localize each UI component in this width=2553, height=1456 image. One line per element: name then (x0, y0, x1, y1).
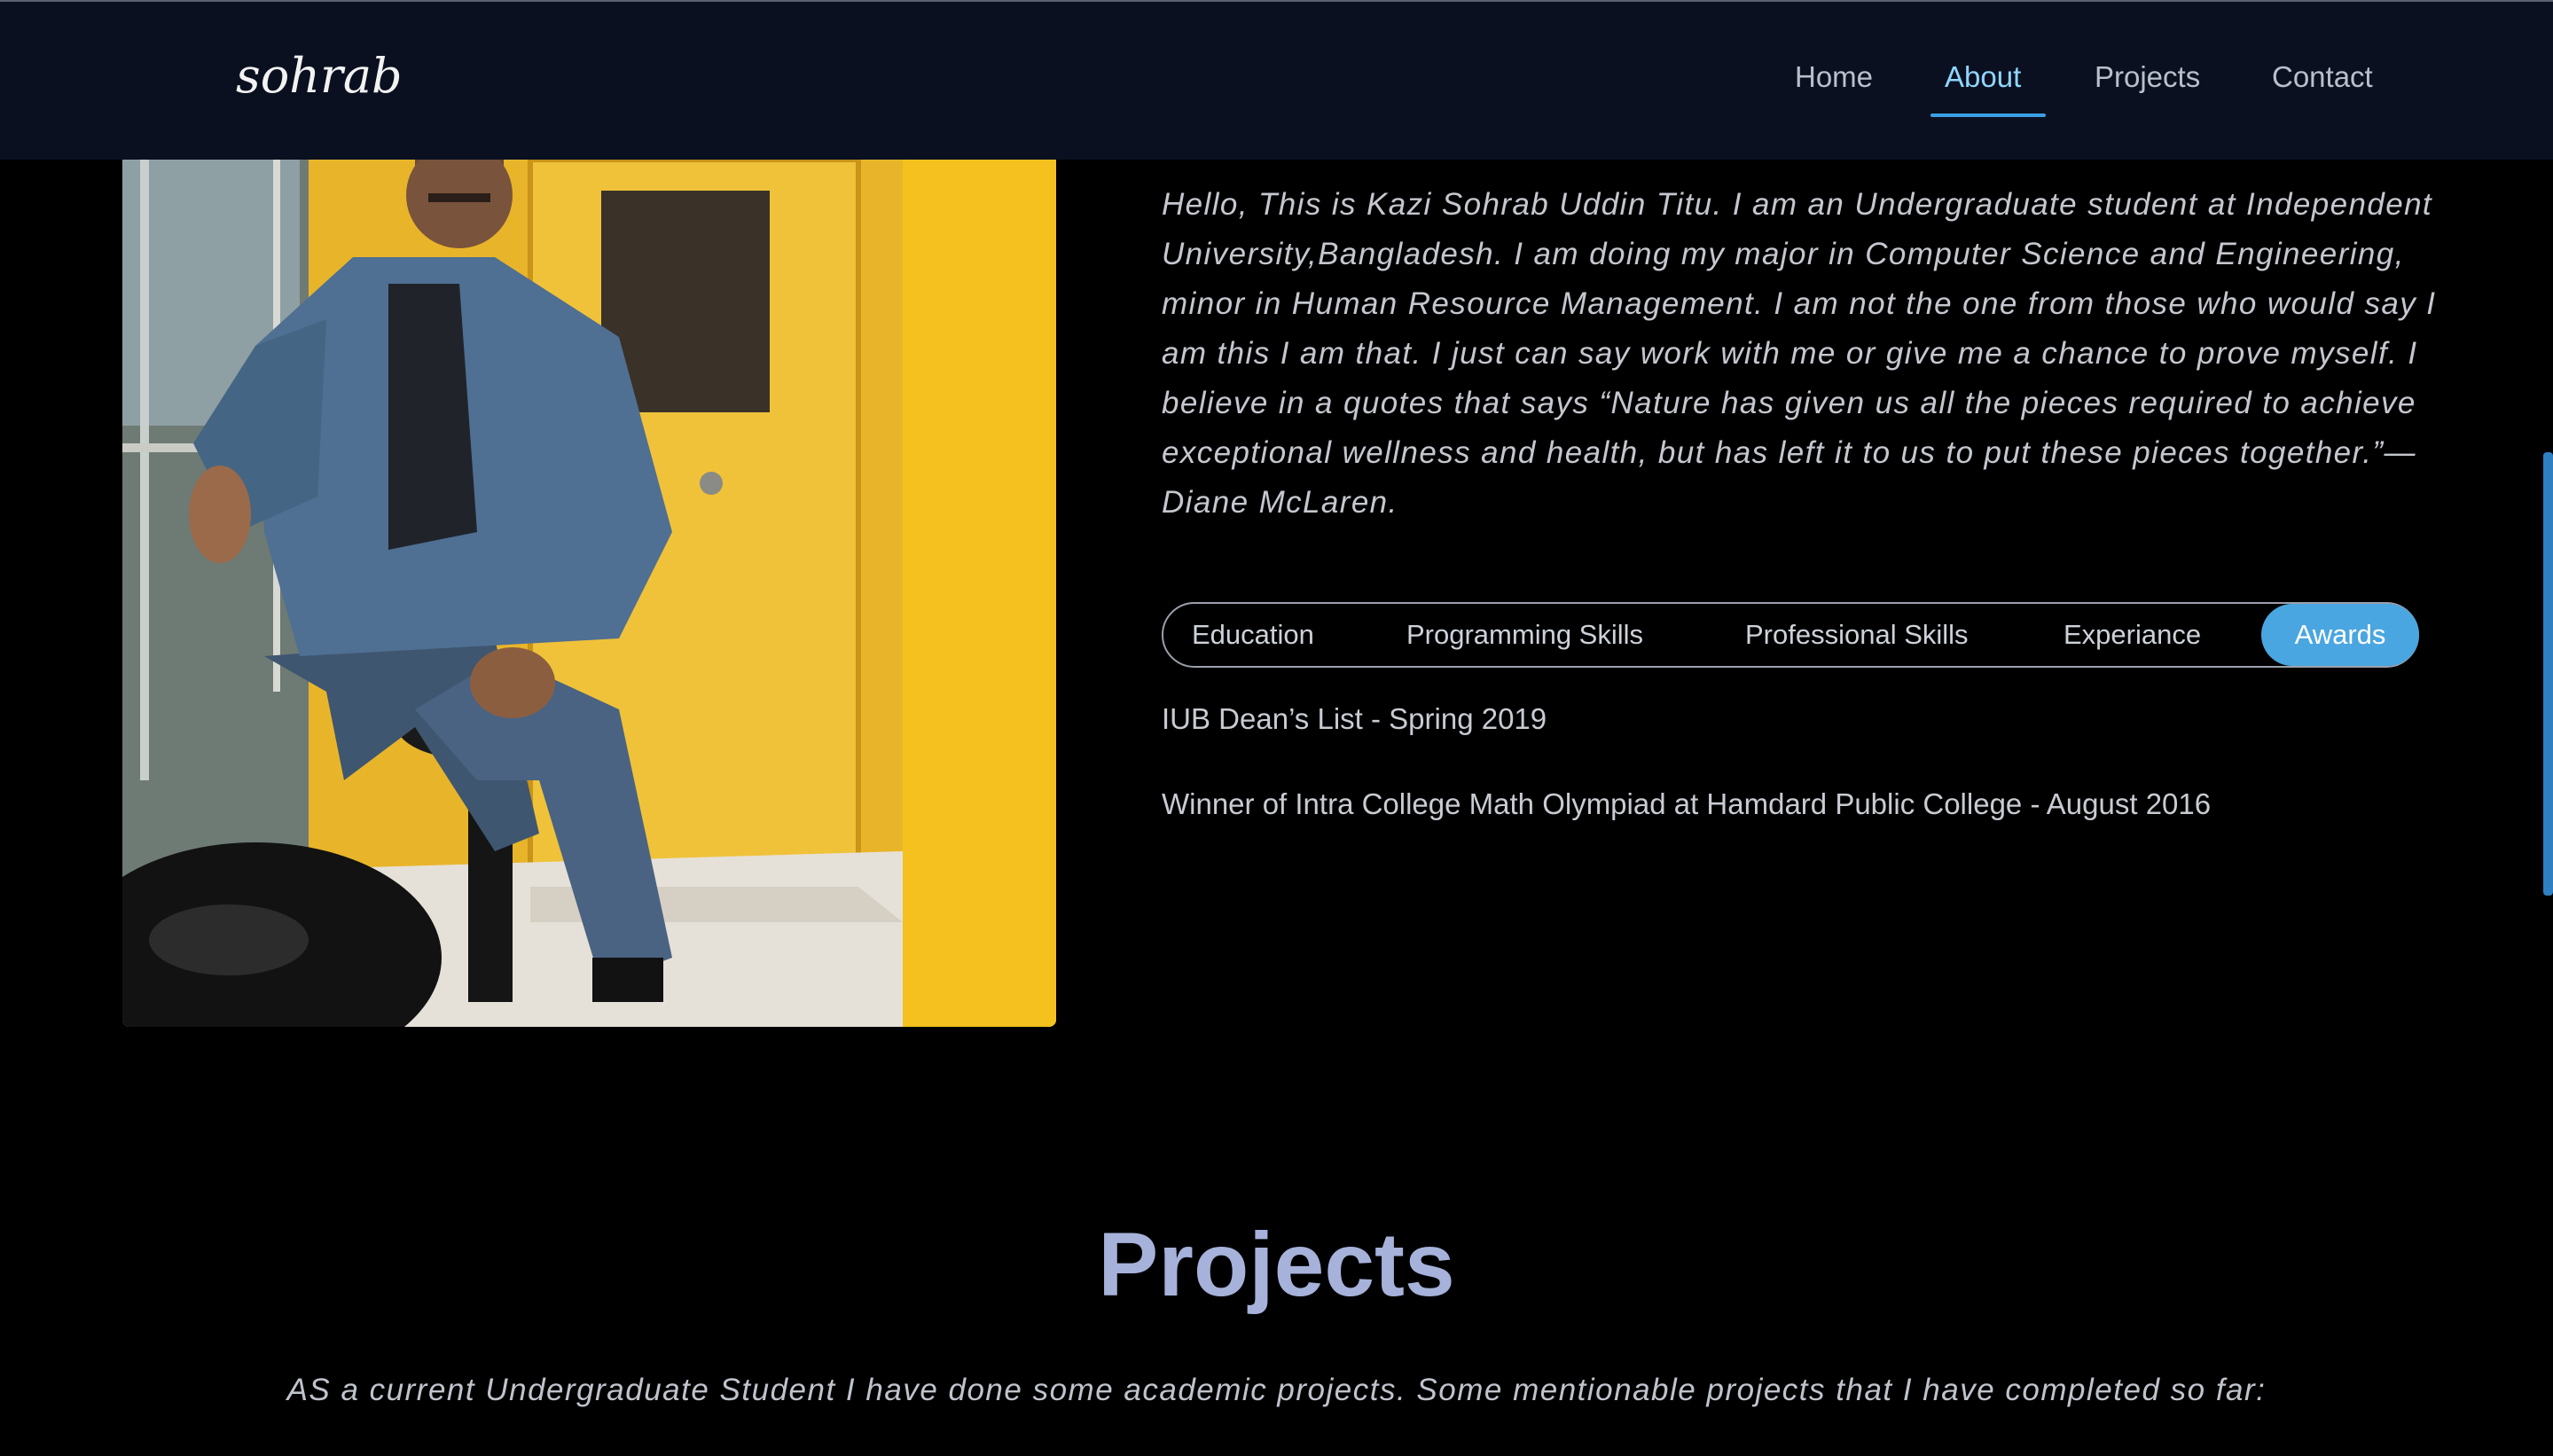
site-logo[interactable]: sohrab (236, 48, 403, 104)
projects-heading: Projects (1098, 1214, 1455, 1315)
award-item: IUB Dean’s List - Spring 2019 (1162, 702, 1547, 735)
active-nav-indicator (1930, 114, 2046, 117)
about-tabs: Education Programming Skills Professiona… (1162, 602, 2419, 668)
tab-programming-skills[interactable]: Programming Skills (1406, 604, 1643, 666)
nav-item-contact[interactable]: Contact (2272, 60, 2373, 94)
award-item: Winner of Intra College Math Olympiad at… (1162, 787, 2212, 820)
tab-education[interactable]: Education (1192, 604, 1314, 666)
nav-item-home[interactable]: Home (1795, 60, 1873, 94)
about-bio: Hello, This is Kazi Sohrab Uddin Titu. I… (1162, 187, 2437, 520)
nav-item-projects[interactable]: Projects (2095, 60, 2200, 94)
nav-item-about[interactable]: About (1945, 60, 2021, 94)
profile-photo (122, 160, 1056, 1027)
navbar: sohrab Home About Projects Contact (0, 2, 2553, 160)
tab-professional-skills[interactable]: Professional Skills (1745, 604, 1969, 666)
tab-experiance[interactable]: Experiance (2064, 604, 2201, 666)
tab-awards[interactable]: Awards (2261, 604, 2419, 666)
scrollbar-thumb[interactable] (2543, 452, 2553, 896)
projects-subtitle: AS a current Undergraduate Student I hav… (286, 1373, 2267, 1407)
